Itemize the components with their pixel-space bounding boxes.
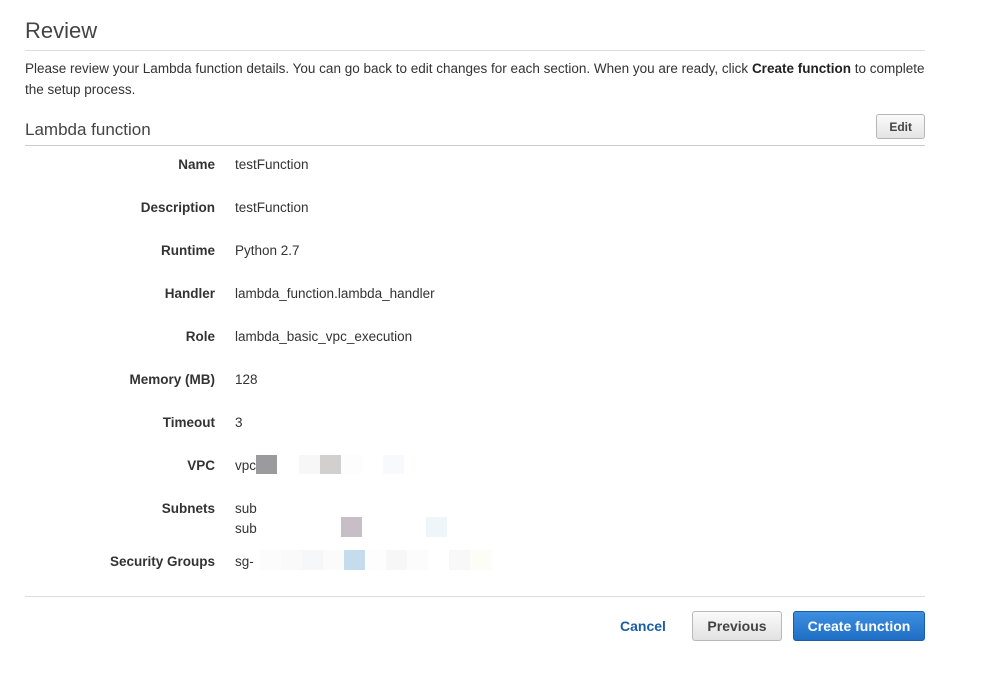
subnets-label: Subnets (161, 501, 215, 516)
edit-button[interactable]: Edit (876, 114, 925, 139)
runtime-label: Runtime (161, 243, 215, 258)
vpc-value: vpc (235, 454, 405, 476)
description-value: testFunction (235, 200, 309, 215)
role-label: Role (185, 329, 215, 344)
subnets-value-2: sub (235, 517, 447, 539)
review-page: Review Please review your Lambda functio… (25, 0, 925, 146)
subnets-value-2-text: sub (235, 521, 257, 536)
redacted-block (277, 454, 300, 474)
redacted-block (448, 550, 470, 571)
redacted-block (406, 550, 428, 571)
redacted-block (385, 550, 407, 571)
name-label: Name (178, 157, 215, 172)
redacted-block (299, 454, 321, 474)
name-value: testFunction (235, 157, 309, 172)
role-value: lambda_basic_vpc_execution (235, 329, 413, 344)
page-title: Review (25, 0, 925, 51)
redacted-block (256, 454, 278, 474)
intro-text: Please review your Lambda function detai… (25, 58, 925, 100)
redacted-block (301, 550, 323, 571)
redacted-block (280, 550, 302, 571)
subnets-value-1: sub (235, 501, 257, 516)
security-groups-value: sg- (235, 550, 491, 572)
section-title: Lambda function (25, 120, 151, 139)
security-groups-label: Security Groups (109, 554, 215, 569)
runtime-value: Python 2.7 (235, 243, 300, 258)
memory-label: Memory (MB) (129, 372, 215, 387)
lambda-function-section-header: Lambda function Edit (25, 114, 925, 146)
vpc-label: VPC (187, 458, 215, 473)
redacted-block (362, 454, 384, 474)
intro-text-start: Please review your Lambda function detai… (25, 61, 752, 76)
redacted-block (259, 550, 281, 571)
timeout-value: 3 (235, 415, 243, 430)
timeout-label: Timeout (162, 415, 215, 430)
redacted-block (322, 550, 344, 571)
redacted-block (425, 517, 447, 538)
redacted-block (364, 550, 386, 571)
handler-label: Handler (164, 286, 215, 301)
redacted-block (427, 550, 449, 571)
description-label: Description (140, 200, 215, 215)
redacted-block (341, 454, 363, 474)
redacted-block (343, 550, 365, 571)
memory-value: 128 (235, 372, 258, 387)
previous-button[interactable]: Previous (692, 611, 782, 641)
redacted-block (469, 550, 491, 571)
footer-divider (25, 596, 925, 597)
redacted-block (320, 454, 342, 474)
redacted-block (340, 517, 362, 538)
redacted-block (383, 454, 405, 474)
security-groups-value-text: sg- (235, 554, 254, 569)
intro-text-bold: Create function (751, 61, 851, 76)
create-function-button[interactable]: Create function (793, 611, 925, 641)
vpc-value-text: vpc (235, 458, 257, 473)
handler-value: lambda_function.lambda_handler (235, 286, 435, 301)
cancel-link[interactable]: Cancel (620, 617, 666, 635)
